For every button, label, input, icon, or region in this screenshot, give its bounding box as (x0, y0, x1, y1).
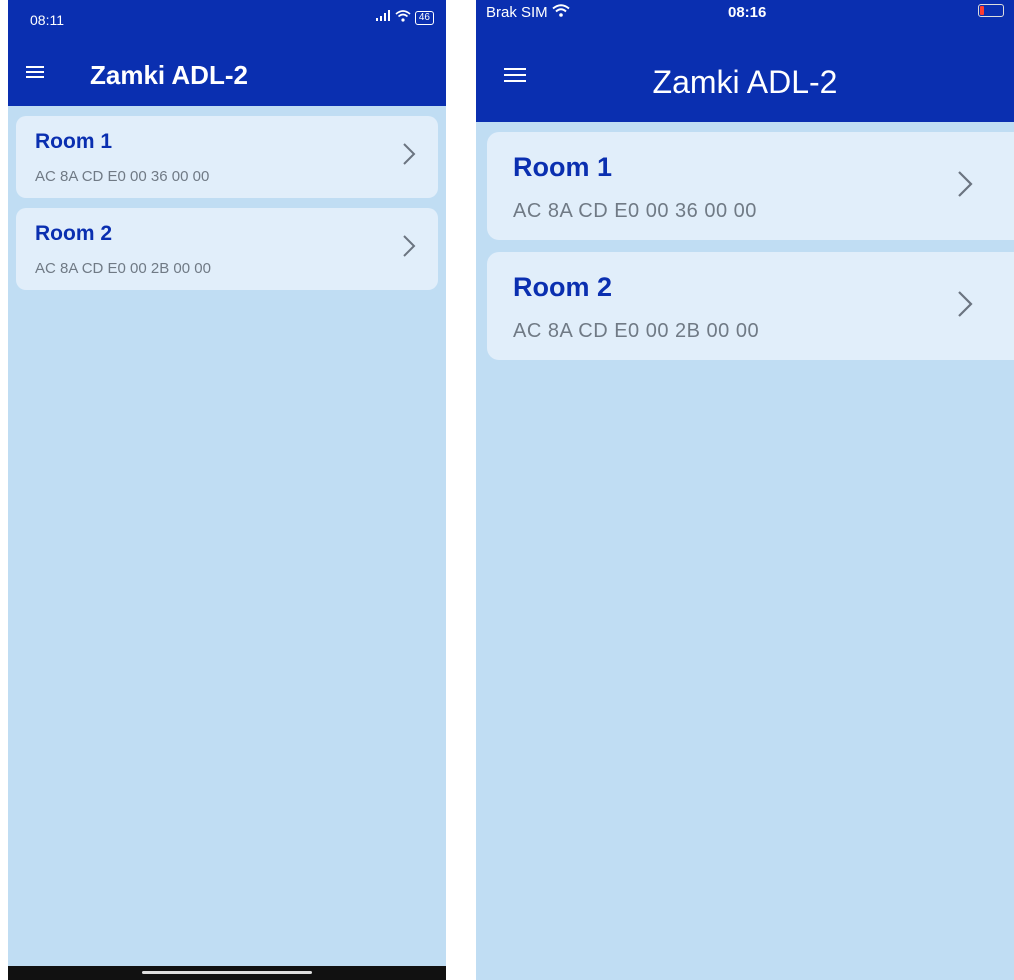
wifi-icon (395, 10, 411, 25)
status-bar: 08:11 46 (8, 0, 446, 42)
app-title: Zamki ADL-2 (90, 60, 248, 90)
room-list: Room 1 AC 8A CD E0 00 36 00 00 Room 2 AC… (8, 106, 446, 310)
room-address: AC 8A CD E0 00 2B 00 00 (513, 320, 760, 342)
chevron-right-icon (957, 170, 973, 203)
signal-icon (375, 10, 391, 25)
room-name: Room 2 (513, 272, 613, 302)
chevron-right-icon (402, 142, 416, 171)
room-address: AC 8A CD E0 00 2B 00 00 (35, 260, 211, 277)
wifi-icon (552, 4, 570, 21)
status-time: 08:11 (30, 12, 64, 28)
room-card-1[interactable]: Room 1 AC 8A CD E0 00 36 00 00 (487, 132, 1014, 240)
room-card-2[interactable]: Room 2 AC 8A CD E0 00 2B 00 00 (487, 252, 1014, 360)
room-name: Room 1 (35, 130, 113, 153)
room-name: Room 2 (35, 222, 113, 245)
ios-screen: Brak SIM 08:16 Zamki ADL-2 Room 1 AC 8A … (476, 0, 1014, 980)
app-bar: Zamki ADL-2 (476, 56, 1014, 122)
room-card-1[interactable]: Room 1 AC 8A CD E0 00 36 00 00 (16, 116, 438, 198)
carrier-text: Brak SIM (486, 4, 548, 21)
chevron-right-icon (402, 234, 416, 263)
status-icons: 46 (375, 10, 434, 25)
room-address: AC 8A CD E0 00 36 00 00 (513, 200, 757, 222)
status-time: 08:16 (728, 4, 767, 21)
room-list: Room 1 AC 8A CD E0 00 36 00 00 Room 2 AC… (476, 122, 1014, 382)
app-title: Zamki ADL-2 (652, 64, 838, 100)
room-address: AC 8A CD E0 00 36 00 00 (35, 168, 210, 185)
status-bar: Brak SIM 08:16 (476, 0, 1014, 56)
status-carrier: Brak SIM (486, 4, 570, 21)
menu-icon[interactable] (26, 60, 44, 84)
home-indicator[interactable] (142, 971, 312, 974)
app-bar: Zamki ADL-2 (8, 42, 446, 106)
navigation-bar (8, 966, 446, 980)
battery-icon: 46 (414, 10, 434, 25)
chevron-right-icon (957, 290, 973, 323)
room-card-2[interactable]: Room 2 AC 8A CD E0 00 2B 00 00 (16, 208, 438, 290)
room-name: Room 1 (513, 152, 613, 182)
battery-icon (978, 4, 1004, 17)
android-screen: 08:11 46 Zamki ADL-2 Room 1 AC 8A CD E0 … (8, 0, 446, 980)
